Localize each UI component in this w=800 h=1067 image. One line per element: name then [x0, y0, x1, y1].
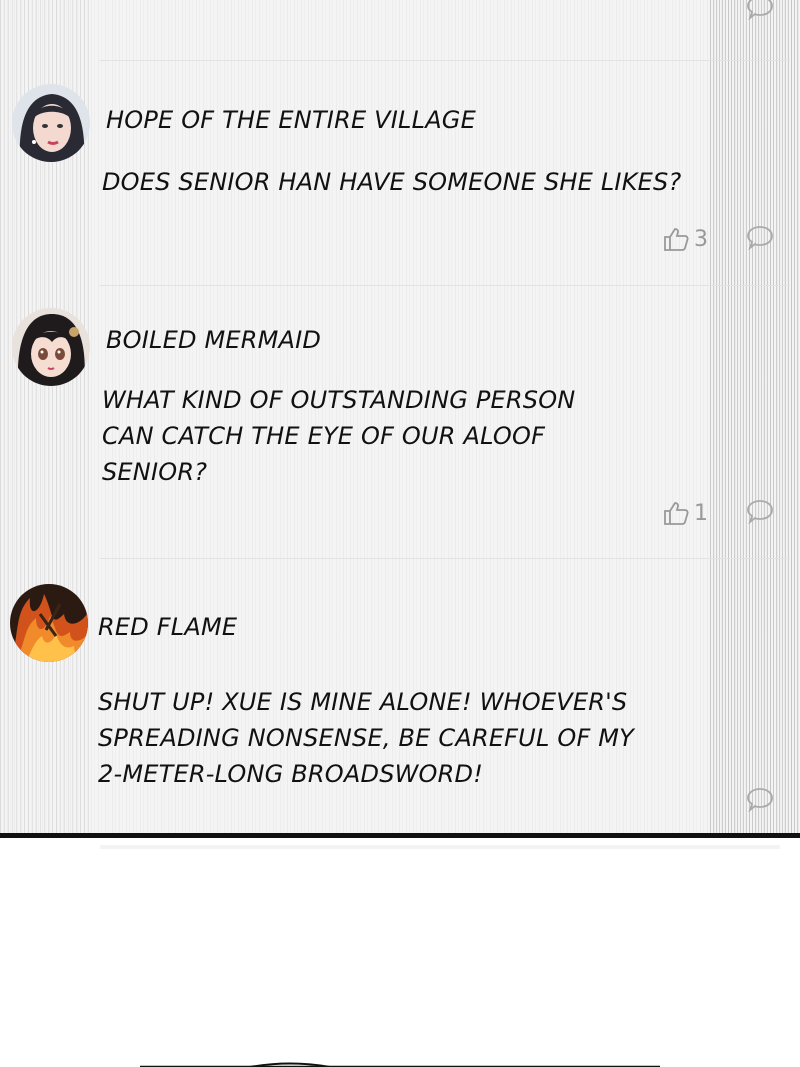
speech-bubble-icon[interactable] — [746, 0, 774, 20]
speech-bubble-icon[interactable] — [746, 498, 774, 524]
speed-lines-right — [710, 0, 800, 836]
comment-text: SHUT UP! XUE IS MINE ALONE! WHOEVER'S SP… — [98, 684, 634, 792]
comment-line: WHAT KIND OF OUTSTANDING PERSON — [102, 386, 576, 414]
comment-text: WHAT KIND OF OUTSTANDING PERSON CAN CATC… — [102, 382, 575, 490]
comment-divider — [100, 285, 790, 286]
panel-border — [0, 833, 800, 838]
thumbs-up-icon — [664, 502, 689, 525]
comment-line: DOES SENIOR HAN HAVE SOMEONE SHE LIKES? — [102, 168, 682, 196]
avatar[interactable] — [10, 584, 88, 662]
thumbs-up-icon — [664, 228, 689, 251]
like-count: 1 — [694, 500, 708, 526]
comment-username[interactable]: BOILED MERMAID — [106, 326, 321, 354]
flame-avatar — [10, 584, 88, 662]
avatar[interactable] — [12, 308, 90, 386]
comment-username[interactable]: HOPE OF THE ENTIRE VILLAGE — [106, 106, 476, 134]
comment-divider — [100, 60, 790, 61]
woman-portrait-avatar — [12, 84, 90, 162]
like-button[interactable]: 3 — [662, 226, 708, 252]
comment-line: CAN CATCH THE EYE OF OUR ALOOF — [102, 422, 546, 450]
speech-bubble-top-edge — [140, 1062, 660, 1067]
comment-line: 2-METER-LONG BROADSWORD! — [98, 760, 484, 788]
avatar[interactable] — [12, 84, 90, 162]
faded-strip — [100, 845, 780, 849]
comment-username[interactable]: RED FLAME — [98, 613, 237, 641]
comment-panel: HOPE OF THE ENTIRE VILLAGE DOES SENIOR H… — [0, 0, 800, 836]
comment-line: SENIOR? — [102, 458, 208, 486]
comment-divider — [100, 558, 790, 559]
speech-bubble-icon[interactable] — [746, 224, 774, 250]
comment-line: SHUT UP! XUE IS MINE ALONE! WHOEVER'S — [98, 688, 628, 716]
comment-text: DOES SENIOR HAN HAVE SOMEONE SHE LIKES? — [102, 164, 681, 200]
speech-bubble-icon[interactable] — [746, 786, 774, 812]
comic-page: HOPE OF THE ENTIRE VILLAGE DOES SENIOR H… — [0, 0, 800, 1067]
comment-line: SPREADING NONSENSE, BE CAREFUL OF MY — [98, 724, 635, 752]
like-count: 3 — [694, 226, 708, 252]
like-button[interactable]: 1 — [662, 500, 708, 526]
anime-girl-avatar — [12, 308, 90, 386]
